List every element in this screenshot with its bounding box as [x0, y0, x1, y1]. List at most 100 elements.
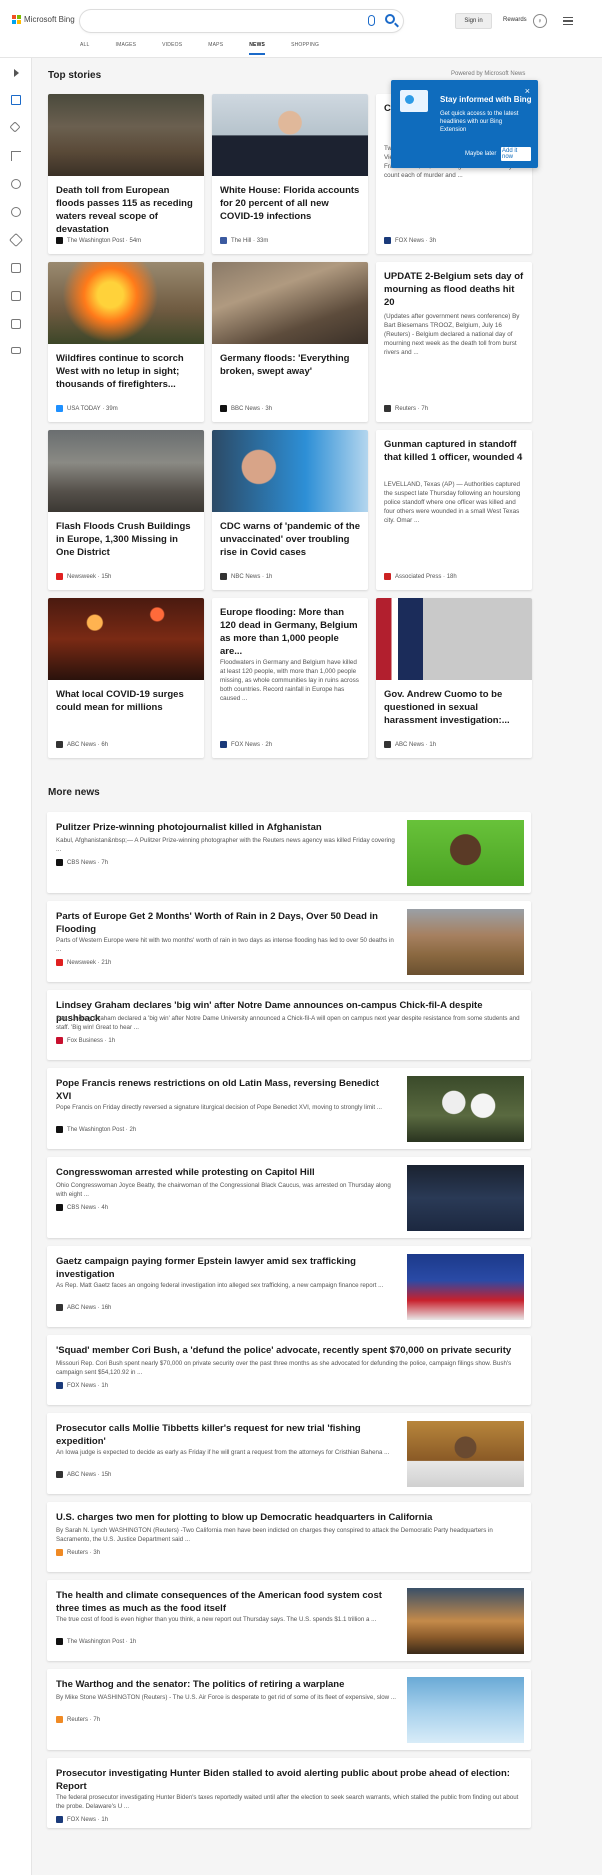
story-image[interactable]: [212, 430, 368, 512]
story-title[interactable]: CDC warns of 'pandemic of the unvaccinat…: [220, 520, 361, 559]
news-thumbnail[interactable]: [407, 1421, 524, 1487]
news-title[interactable]: Prosecutor calls Mollie Tibbetts killer'…: [56, 1422, 396, 1448]
bing-logo[interactable]: Microsoft Bing: [12, 15, 75, 24]
story-image[interactable]: [48, 598, 204, 680]
story-title[interactable]: Gov. Andrew Cuomo to be questioned in se…: [384, 688, 525, 727]
tab-images[interactable]: IMAGES: [116, 40, 137, 55]
story-title[interactable]: What local COVID-19 surges could mean fo…: [56, 688, 197, 714]
news-snippet: By Mike Stone WASHINGTON (Reuters) - The…: [56, 1694, 396, 1701]
close-icon[interactable]: ×: [525, 86, 530, 96]
microphone-icon[interactable]: [368, 15, 375, 26]
story-image[interactable]: [212, 262, 368, 344]
more-news-item[interactable]: The health and climate consequences of t…: [47, 1580, 531, 1661]
globe-icon[interactable]: [11, 207, 21, 217]
car-icon[interactable]: [11, 347, 21, 354]
top-story-card[interactable]: UPDATE 2-Belgium sets day of mourning as…: [376, 262, 532, 422]
story-title[interactable]: Death toll from European floods passes 1…: [56, 184, 197, 236]
story-age: 3h: [429, 237, 437, 244]
news-age: 2h: [129, 1126, 137, 1133]
more-news-item[interactable]: Parts of Europe Get 2 Months' Worth of R…: [47, 901, 531, 982]
money-icon[interactable]: [11, 319, 21, 329]
tab-all[interactable]: ALL: [80, 40, 90, 55]
more-news-item[interactable]: Congresswoman arrested while protesting …: [47, 1157, 531, 1238]
more-news-item[interactable]: Pulitzer Prize-winning photojournalist k…: [47, 812, 531, 893]
news-title[interactable]: Pulitzer Prize-winning photojournalist k…: [56, 821, 396, 834]
search-input[interactable]: [80, 10, 403, 32]
story-image[interactable]: [212, 94, 368, 176]
source-logo-icon: [384, 237, 391, 244]
more-news-item[interactable]: Pope Francis renews restrictions on old …: [47, 1068, 531, 1149]
top-story-card[interactable]: Germany floods: 'Everything broken, swep…: [212, 262, 368, 422]
top-story-card[interactable]: Death toll from European floods passes 1…: [48, 94, 204, 254]
top-story-card[interactable]: Gov. Andrew Cuomo to be questioned in se…: [376, 598, 532, 758]
tools-icon[interactable]: [9, 121, 21, 133]
news-title[interactable]: Congresswoman arrested while protesting …: [56, 1166, 396, 1179]
more-news-item[interactable]: U.S. charges two men for plotting to blo…: [47, 1502, 531, 1572]
news-title[interactable]: The Warthog and the senator: The politic…: [56, 1678, 396, 1691]
more-news-item[interactable]: The Warthog and the senator: The politic…: [47, 1669, 531, 1750]
news-thumbnail[interactable]: [407, 1588, 524, 1654]
story-image[interactable]: [48, 430, 204, 512]
news-title[interactable]: Pope Francis renews restrictions on old …: [56, 1077, 396, 1103]
news-age: 3h: [93, 1549, 101, 1556]
home-icon[interactable]: [11, 95, 21, 105]
news-title[interactable]: Prosecutor investigating Hunter Biden st…: [56, 1767, 521, 1793]
news-thumbnail[interactable]: [407, 1677, 524, 1743]
top-story-card[interactable]: Gunman captured in standoff that killed …: [376, 430, 532, 590]
rewards-link[interactable]: Rewards: [503, 17, 527, 23]
news-thumbnail[interactable]: [407, 1076, 524, 1142]
tab-shopping[interactable]: SHOPPING: [291, 40, 319, 55]
news-title[interactable]: U.S. charges two men for plotting to blo…: [56, 1511, 521, 1524]
top-story-card[interactable]: White House: Florida accounts for 20 per…: [212, 94, 368, 254]
source-logo-icon: [56, 1638, 63, 1645]
add-it-now-button[interactable]: Add it now: [501, 147, 531, 161]
story-title[interactable]: Wildfires continue to scorch West with n…: [56, 352, 197, 391]
tab-videos[interactable]: VIDEOS: [162, 40, 182, 55]
news-title[interactable]: Parts of Europe Get 2 Months' Worth of R…: [56, 910, 396, 936]
top-story-card[interactable]: Wildfires continue to scorch West with n…: [48, 262, 204, 422]
news-title[interactable]: 'Squad' member Cori Bush, a 'defund the …: [56, 1344, 521, 1357]
science-icon[interactable]: [8, 232, 24, 248]
source-name: Newsweek: [67, 959, 97, 966]
movie-icon[interactable]: [11, 291, 21, 301]
more-news-item[interactable]: 'Squad' member Cori Bush, a 'defund the …: [47, 1335, 531, 1405]
expand-sidebar-icon[interactable]: [14, 69, 19, 77]
story-title[interactable]: UPDATE 2-Belgium sets day of mourning as…: [384, 270, 525, 309]
story-title[interactable]: Germany floods: 'Everything broken, swep…: [220, 352, 361, 378]
tab-news[interactable]: NEWS: [249, 40, 266, 55]
rewards-trophy-icon[interactable]: ♀: [533, 14, 547, 28]
story-image[interactable]: [48, 94, 204, 176]
story-title[interactable]: White House: Florida accounts for 20 per…: [220, 184, 361, 223]
more-news-item[interactable]: Lindsey Graham declares 'big win' after …: [47, 990, 531, 1060]
top-story-card[interactable]: CDC warns of 'pandemic of the unvaccinat…: [212, 430, 368, 590]
story-image[interactable]: [48, 262, 204, 344]
flag-icon[interactable]: [11, 151, 21, 161]
tab-maps[interactable]: MAPS: [208, 40, 223, 55]
story-title[interactable]: Gunman captured in standoff that killed …: [384, 438, 525, 464]
maybe-later-button[interactable]: Maybe later: [465, 151, 496, 157]
news-thumbnail[interactable]: [407, 909, 524, 975]
rocket-icon[interactable]: [11, 263, 21, 273]
story-title[interactable]: Europe flooding: More than 120 dead in G…: [220, 606, 361, 658]
more-news-item[interactable]: Prosecutor investigating Hunter Biden st…: [47, 1758, 531, 1828]
story-source: FOX News · 3h: [384, 237, 436, 244]
top-story-card[interactable]: What local COVID-19 surges could mean fo…: [48, 598, 204, 758]
sign-in-button[interactable]: Sign in: [455, 13, 492, 29]
location-icon[interactable]: [11, 179, 21, 189]
source-name: NBC News: [231, 573, 261, 580]
news-title[interactable]: Gaetz campaign paying former Epstein law…: [56, 1255, 396, 1281]
more-news-item[interactable]: Gaetz campaign paying former Epstein law…: [47, 1246, 531, 1327]
more-news-item[interactable]: Prosecutor calls Mollie Tibbetts killer'…: [47, 1413, 531, 1494]
news-title[interactable]: The health and climate consequences of t…: [56, 1589, 396, 1615]
news-thumbnail[interactable]: [407, 1254, 524, 1320]
story-title[interactable]: Flash Floods Crush Buildings in Europe, …: [56, 520, 197, 559]
source-name: The Washington Post: [67, 1126, 125, 1133]
menu-icon[interactable]: [563, 17, 573, 25]
story-age: 18h: [446, 573, 457, 580]
top-story-card[interactable]: Europe flooding: More than 120 dead in G…: [212, 598, 368, 758]
search-icon[interactable]: [385, 14, 395, 24]
news-thumbnail[interactable]: [407, 820, 524, 886]
top-story-card[interactable]: Flash Floods Crush Buildings in Europe, …: [48, 430, 204, 590]
story-image[interactable]: [376, 598, 532, 680]
news-thumbnail[interactable]: [407, 1165, 524, 1231]
